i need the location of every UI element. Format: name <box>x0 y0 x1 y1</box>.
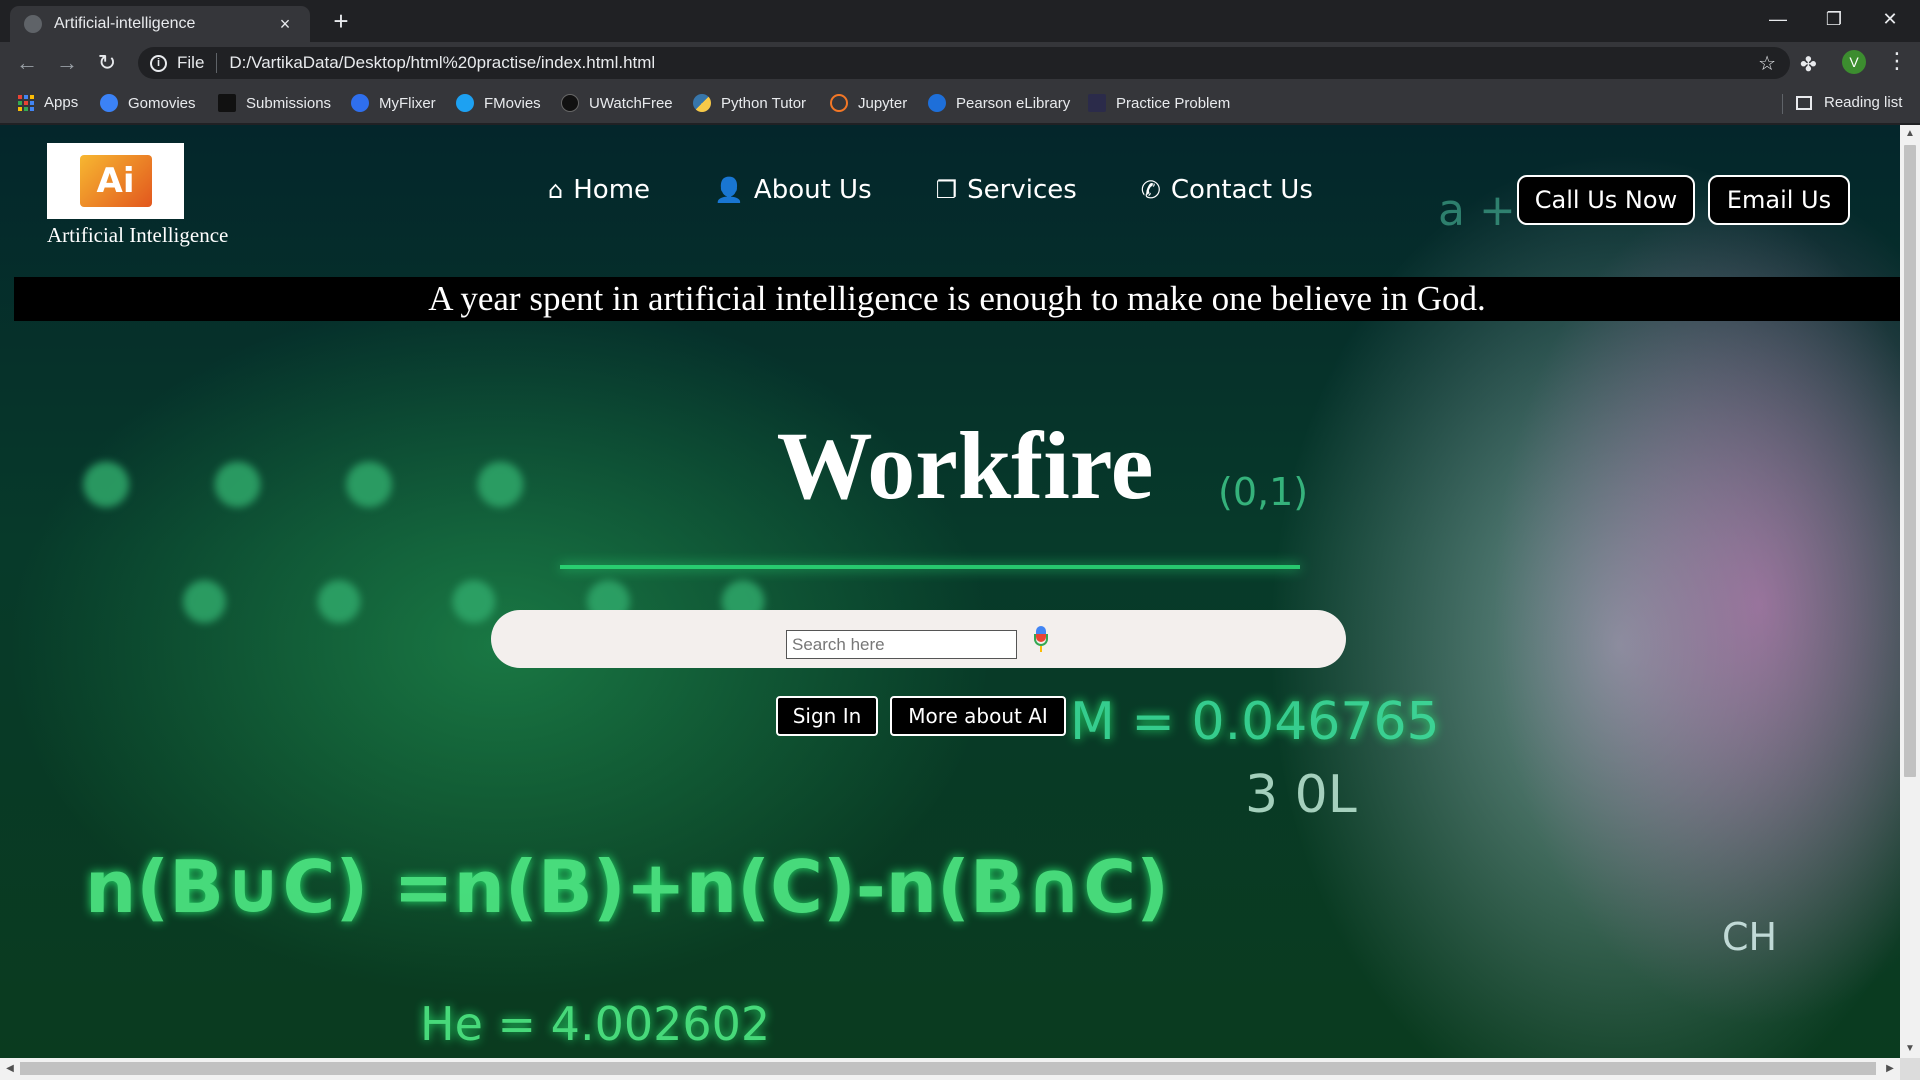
phone-icon: ✆ <box>1140 176 1161 204</box>
restore-button[interactable]: ❐ <box>1806 0 1862 38</box>
search-input[interactable] <box>786 630 1017 659</box>
nav-label: Home <box>573 175 651 205</box>
bookmark-python-tutor[interactable]: Python Tutor <box>693 94 806 112</box>
reading-list-label: Reading list <box>1824 94 1903 111</box>
background-m-value: M = 0.046765 <box>1070 692 1440 752</box>
profile-avatar[interactable]: V <box>1842 50 1866 74</box>
bookmark-myflixer[interactable]: MyFlixer <box>351 94 436 112</box>
user-icon: 👤 <box>714 176 744 204</box>
browser-toolbar: ← → ↻ i File D:/VartikaData/Desktop/html… <box>0 42 1920 84</box>
bookmark-label: UWatchFree <box>589 94 673 112</box>
search-bar <box>491 610 1346 668</box>
ai-logo-icon: Ai <box>79 155 152 207</box>
background-ch: CH <box>1722 915 1778 959</box>
minimize-button[interactable]: — <box>1750 0 1806 38</box>
brand-name: Artificial Intelligence <box>47 223 229 247</box>
bookmark-jupyter[interactable]: Jupyter <box>830 94 907 112</box>
nav-about-us[interactable]: 👤 About Us <box>714 175 872 205</box>
bookmarks-bar: Apps Gomovies Submissions MyFlixer FMovi… <box>0 84 1920 124</box>
main-nav: ⌂ Home 👤 About Us ❐ Services ✆ Contact U… <box>548 175 1377 205</box>
call-us-now-button[interactable]: Call Us Now <box>1517 175 1695 225</box>
bookmark-practice-problem[interactable]: Practice Problem <box>1088 94 1230 112</box>
address-scheme-label: File <box>177 53 205 72</box>
scroll-down-icon[interactable]: ▼ <box>1900 1040 1920 1058</box>
jupyter-icon <box>830 94 848 112</box>
scroll-left-icon[interactable]: ◀ <box>0 1058 20 1080</box>
page-favicon-icon <box>24 15 42 33</box>
bookmark-pearson[interactable]: Pearson eLibrary <box>928 94 1070 112</box>
background-helium-formula: He = 4.002602 <box>420 997 771 1051</box>
address-bar[interactable]: i File D:/VartikaData/Desktop/html%20pra… <box>138 47 1790 79</box>
nav-contact-us[interactable]: ✆ Contact Us <box>1141 175 1313 205</box>
bookmark-label: MyFlixer <box>379 94 436 112</box>
microphone-icon[interactable] <box>1034 626 1048 656</box>
bookmark-star-icon[interactable]: ☆ <box>1758 51 1776 76</box>
close-window-button[interactable]: ✕ <box>1862 0 1918 38</box>
film-reel-icon <box>351 94 369 112</box>
pearson-icon <box>928 94 946 112</box>
new-tab-button[interactable]: + <box>326 6 356 36</box>
nav-label: Contact Us <box>1170 175 1313 205</box>
reload-icon[interactable]: ↻ <box>88 42 126 84</box>
bookmark-label: Practice Problem <box>1116 94 1231 112</box>
site-info-icon[interactable]: i <box>150 54 167 72</box>
scroll-up-icon[interactable]: ▲ <box>1900 125 1920 143</box>
browser-tab[interactable]: Artificial-intelligence × <box>10 6 310 42</box>
nav-label: Services <box>967 175 1077 205</box>
horizontal-scrollbar[interactable]: ◀ ▶ <box>0 1058 1900 1080</box>
background-arrow-line <box>560 565 1300 569</box>
bookmark-gomovies[interactable]: Gomovies <box>100 94 196 112</box>
url-text[interactable]: D:/VartikaData/Desktop/html%20practise/i… <box>229 53 655 73</box>
bookmark-label: Apps <box>44 94 79 111</box>
reading-list-icon <box>1796 95 1812 110</box>
background-set-formula: n(B∪C) =n(B)+n(C)-n(B∩C) <box>85 845 1169 929</box>
python-icon <box>693 94 711 112</box>
scroll-right-icon[interactable]: ▶ <box>1880 1058 1900 1080</box>
bookmark-label: FMovies <box>484 94 541 112</box>
bookmark-label: Gomovies <box>128 94 196 112</box>
reading-list-button[interactable]: Reading list <box>1796 94 1902 111</box>
background-sub-value: 3 0L <box>1245 765 1357 825</box>
back-arrow-icon[interactable]: ← <box>8 42 46 84</box>
address-divider <box>216 53 218 73</box>
bookmark-fmovies[interactable]: FMovies <box>456 94 541 112</box>
play-circle-icon <box>456 94 474 112</box>
bookmark-submissions[interactable]: Submissions <box>218 94 331 112</box>
email-us-button[interactable]: Email Us <box>1708 175 1850 225</box>
background-plus: a + <box>1438 185 1516 236</box>
logo[interactable]: Ai <box>47 143 184 219</box>
play-circle-icon <box>561 94 579 112</box>
sign-in-button[interactable]: Sign In <box>776 696 878 736</box>
home-icon: ⌂ <box>548 176 564 204</box>
play-circle-icon <box>100 94 118 112</box>
bookmarks-divider <box>1782 94 1783 114</box>
hackerrank-icon <box>218 94 236 112</box>
bookmark-label: Python Tutor <box>721 94 807 112</box>
copy-icon: ❐ <box>935 176 958 204</box>
nav-home[interactable]: ⌂ Home <box>548 175 650 205</box>
forward-arrow-icon[interactable]: → <box>48 42 86 84</box>
nav-services[interactable]: ❐ Services <box>936 175 1077 205</box>
page-icon <box>1088 94 1106 112</box>
bookmark-label: Jupyter <box>858 94 908 112</box>
browser-tab-strip: Artificial-intelligence × + — ❐ ✕ <box>0 0 1920 42</box>
browser-menu-icon[interactable]: ⋮ <box>1886 48 1908 74</box>
bookmark-apps[interactable]: Apps <box>18 94 78 111</box>
more-about-ai-button[interactable]: More about AI <box>890 696 1066 736</box>
apps-grid-icon <box>18 94 34 111</box>
bookmark-label: Pearson eLibrary <box>956 94 1071 112</box>
tab-close-icon[interactable]: × <box>274 14 296 35</box>
scrollbar-corner <box>1900 1058 1920 1080</box>
vertical-scrollbar[interactable]: ▲ ▼ <box>1900 125 1920 1058</box>
hero-title: Workfire <box>776 412 1154 519</box>
quote-banner: A year spent in artificial intelligence … <box>14 277 1900 321</box>
tab-title: Artificial-intelligence <box>54 15 196 32</box>
bookmark-label: Submissions <box>246 94 332 112</box>
bookmark-uwatchfree[interactable]: UWatchFree <box>561 94 673 112</box>
page-viewport: ● ● ● ● ● ● ● ● ● n(B∪C) =n(B)+n(C)-n(B∩… <box>0 125 1900 1058</box>
horizontal-scroll-thumb[interactable] <box>20 1062 1876 1075</box>
vertical-scroll-thumb[interactable] <box>1904 145 1916 777</box>
extensions-puzzle-icon[interactable]: ✤ <box>1800 52 1817 77</box>
nav-label: About Us <box>753 175 872 205</box>
